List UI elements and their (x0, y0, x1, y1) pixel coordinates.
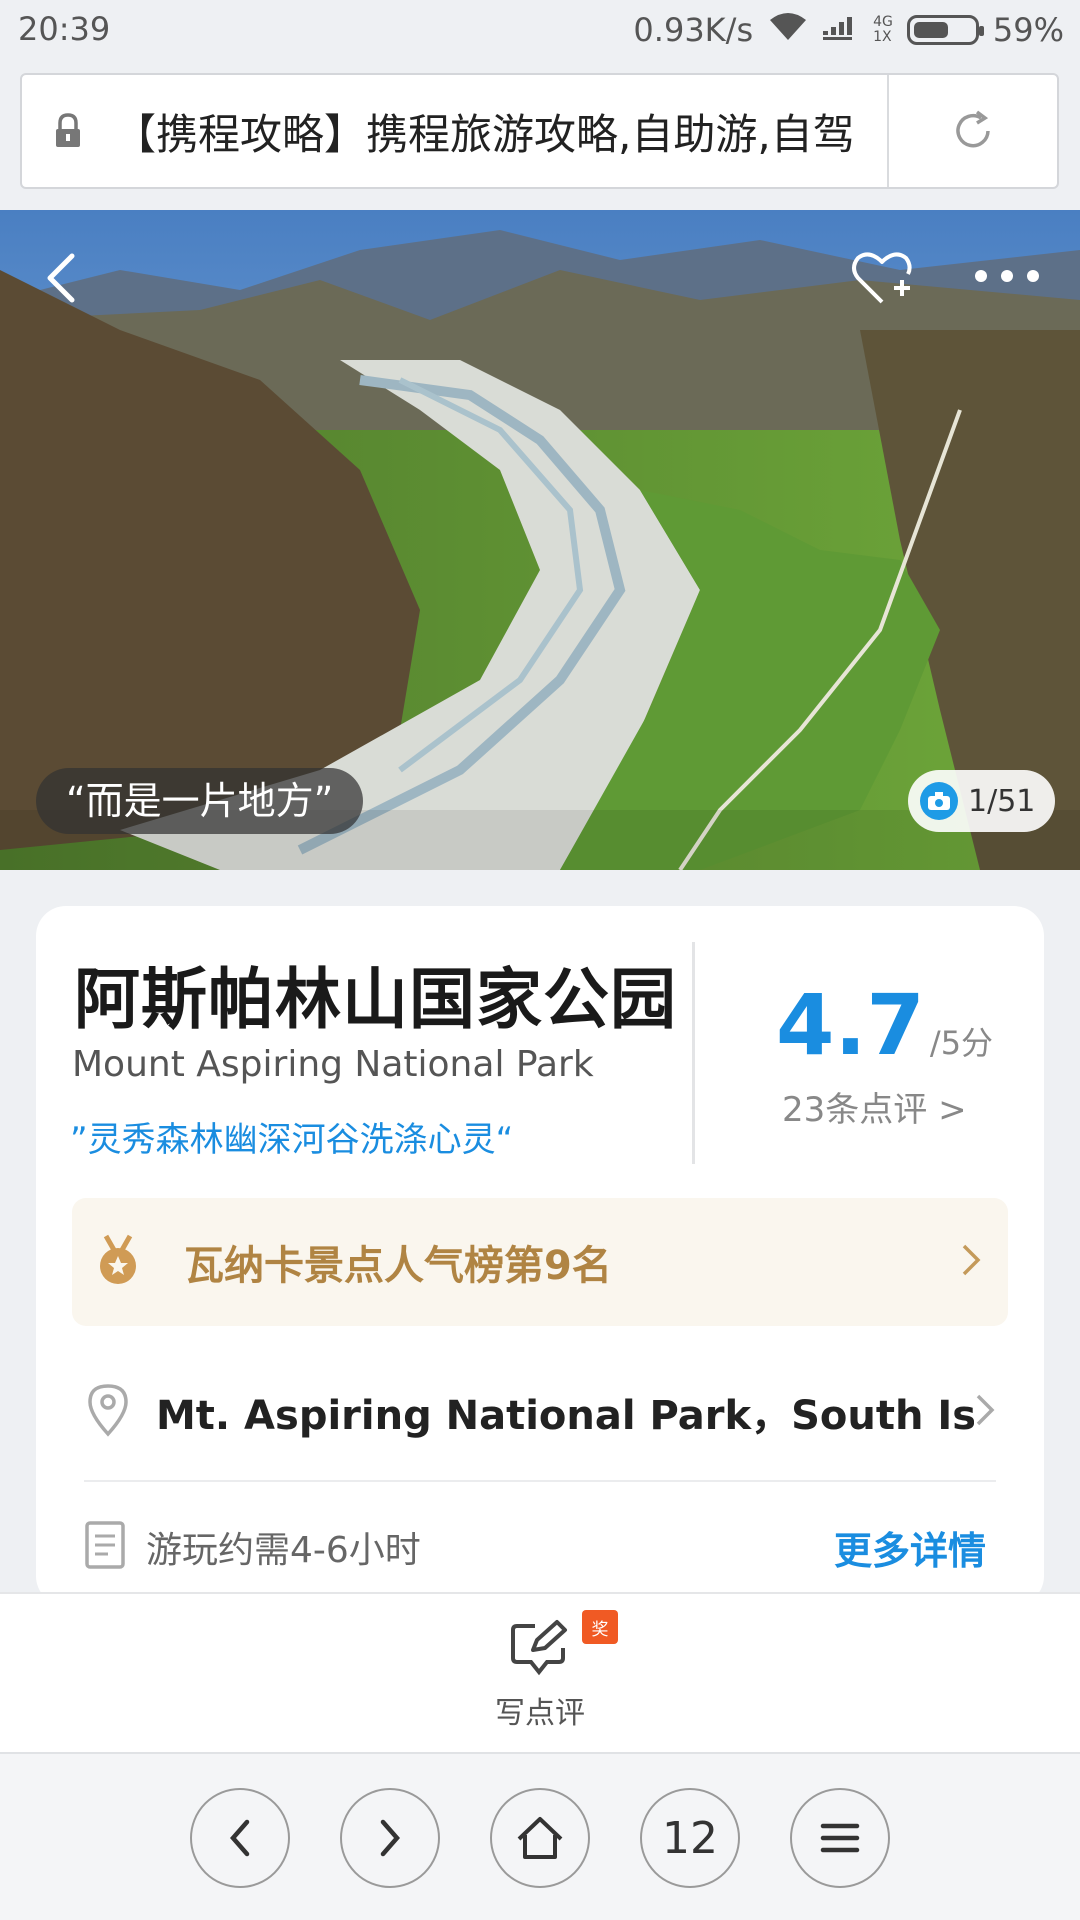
camera-icon (920, 782, 958, 820)
network-speed: 0.93K/s (633, 11, 754, 49)
menu-icon (820, 1823, 860, 1853)
attraction-slogan: ”灵秀森林幽深河谷洗涤心灵“ (70, 1120, 514, 1160)
reward-badge: 奖 (582, 1610, 618, 1644)
status-bar: 20:39 0.93K/s 4G 1X 59% (0, 0, 1080, 62)
divider (84, 1480, 996, 1482)
rating-unit: /5分 (929, 1024, 994, 1062)
page-title[interactable]: 【携程攻略】携程旅游攻略,自助游,自驾 (114, 101, 887, 162)
review-count-link[interactable]: 23条点评 > (782, 1082, 967, 1131)
tab-count: 12 (662, 1812, 718, 1864)
rank-text: 瓦纳卡景点人气榜第9名 (184, 1243, 612, 1289)
document-icon (84, 1520, 126, 1574)
heart-plus-icon[interactable] (850, 248, 914, 312)
chevron-left-icon (230, 1819, 250, 1857)
reload-icon[interactable] (889, 108, 1057, 154)
rating: 4.7 /5分 (776, 976, 993, 1074)
status-icons: 0.93K/s 4G 1X 59% (633, 10, 1064, 50)
edit-icon (509, 1618, 571, 1680)
hero-photo[interactable]: “而是一片地方” 1/51 (0, 210, 1080, 870)
back-chevron-icon[interactable] (40, 250, 84, 310)
medal-icon (94, 1234, 142, 1290)
browser-nav-bar: 12 (0, 1752, 1080, 1920)
chevron-right-icon (960, 1242, 982, 1282)
network-type-bottom: 1X (873, 29, 892, 45)
location-pin-icon (84, 1382, 132, 1442)
nav-back-button[interactable] (190, 1788, 290, 1888)
nav-home-button[interactable] (490, 1788, 590, 1888)
address-bar[interactable]: 【携程攻略】携程旅游攻略,自助游,自驾 (20, 73, 1059, 189)
attraction-name-cn: 阿斯帕林山国家公园 (74, 961, 677, 1038)
clock: 20:39 (18, 10, 111, 48)
address-text: Mt. Aspiring National Park，South Isl... (156, 1393, 974, 1439)
battery-icon (906, 15, 984, 45)
nav-forward-button[interactable] (340, 1788, 440, 1888)
network-type: 4G 1X (873, 15, 893, 45)
photo-counter[interactable]: 1/51 (908, 770, 1056, 832)
wifi-icon (767, 10, 809, 50)
rating-score: 4.7 (776, 976, 925, 1074)
nav-tabs-button[interactable]: 12 (640, 1788, 740, 1888)
more-dots-icon[interactable] (975, 270, 1039, 282)
popularity-rank[interactable]: 瓦纳卡景点人气榜第9名 (72, 1198, 1008, 1326)
photo-caption: “而是一片地方” (36, 768, 364, 834)
review-action-bar: 写点评 奖 (0, 1592, 1080, 1752)
visit-duration: 游玩约需4-6小时 (146, 1530, 421, 1571)
photo-counter-text: 1/51 (968, 783, 1036, 819)
lock-icon (22, 111, 114, 151)
signal-icon (823, 11, 859, 49)
chevron-right-icon (974, 1392, 996, 1432)
network-type-top: 4G (873, 14, 893, 30)
attraction-card: 阿斯帕林山国家公园 Mount Aspiring National Park ”… (36, 906, 1044, 1606)
chevron-right-icon (380, 1819, 400, 1857)
write-review-label: 写点评 (495, 1696, 585, 1731)
nav-menu-button[interactable] (790, 1788, 890, 1888)
battery-percent: 59% (992, 11, 1064, 49)
home-icon (517, 1817, 563, 1859)
duration-row: 游玩约需4-6小时 更多详情 (72, 1502, 1008, 1592)
divider (692, 942, 695, 1164)
address-row[interactable]: Mt. Aspiring National Park，South Isl... (72, 1352, 1008, 1472)
attraction-name-en: Mount Aspiring National Park (72, 1044, 594, 1085)
more-details-link[interactable]: 更多详情 (834, 1520, 986, 1575)
